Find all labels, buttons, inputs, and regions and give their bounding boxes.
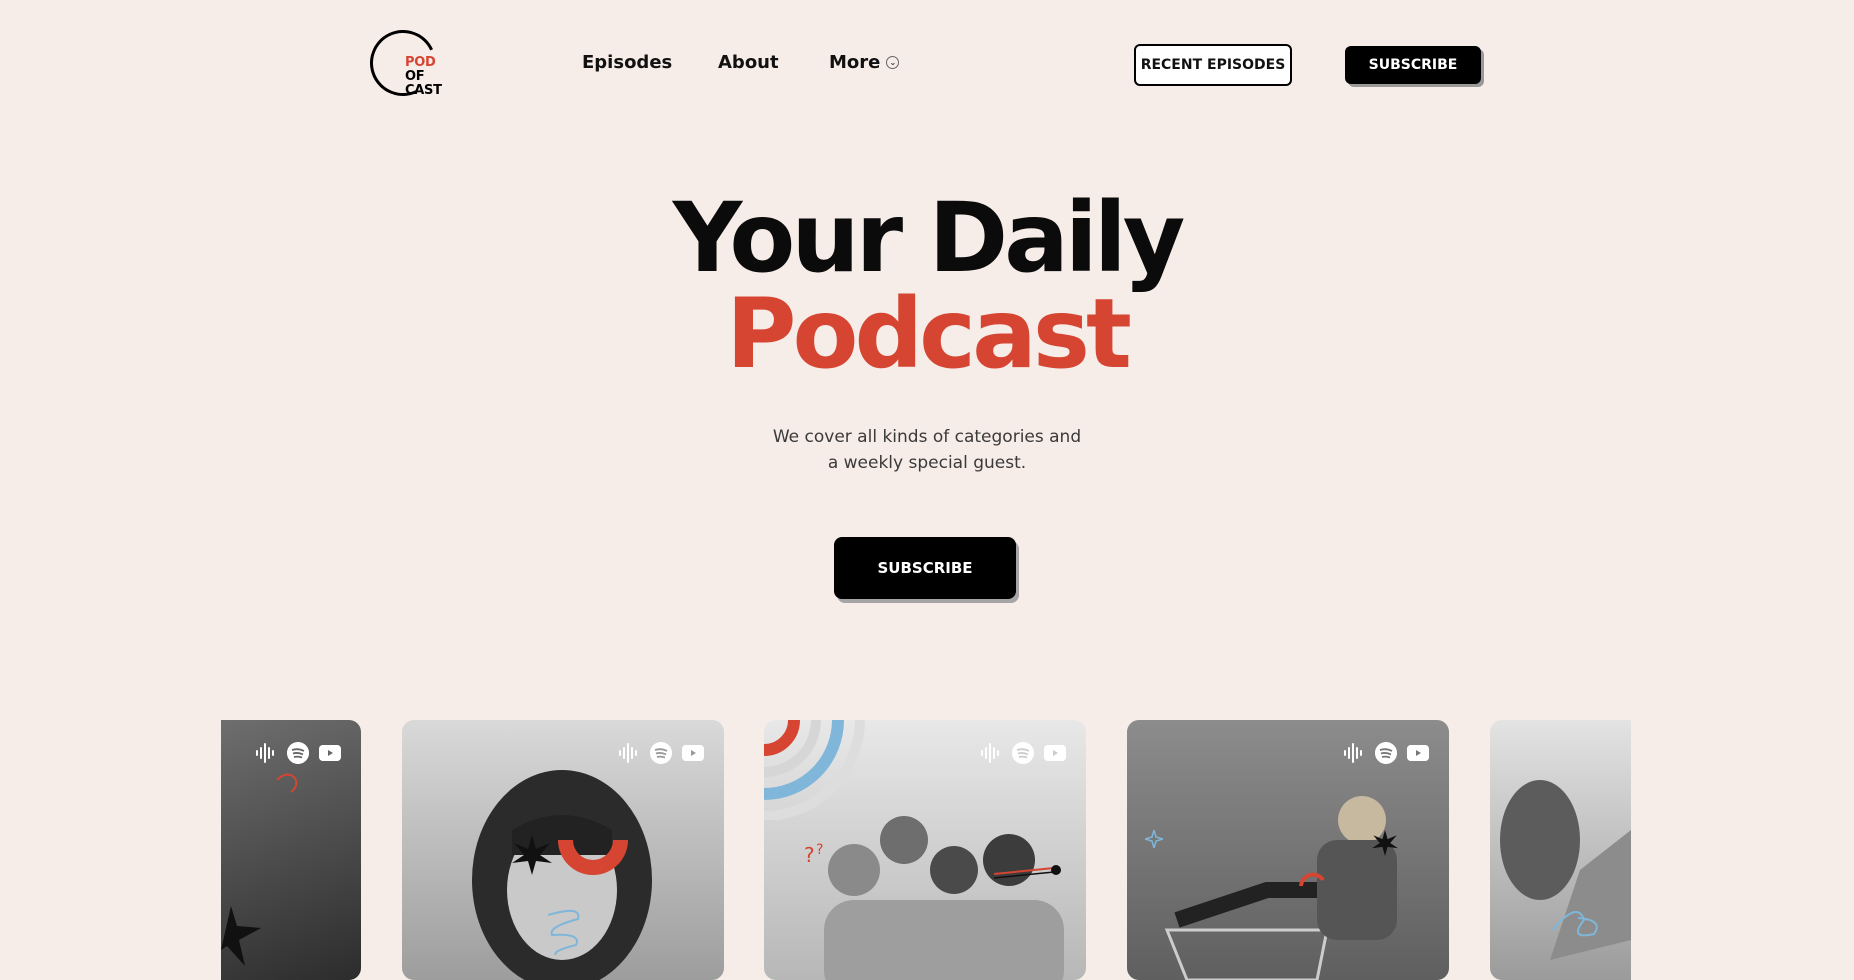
- youtube-icon[interactable]: [682, 745, 704, 761]
- red-streak-icon: [994, 865, 1061, 879]
- spotify-icon[interactable]: [1375, 742, 1397, 764]
- svg-text:?: ?: [816, 842, 823, 858]
- nav-more[interactable]: More ⌄: [829, 52, 900, 73]
- rainbow-arc-icon: [764, 720, 865, 820]
- group-photo: [824, 816, 1064, 980]
- youtube-icon[interactable]: [319, 745, 341, 761]
- star-doodle-icon: [221, 906, 261, 966]
- spotify-icon[interactable]: [1012, 742, 1034, 764]
- card-platform-icons: [1341, 742, 1429, 764]
- episode-card[interactable]: [1127, 720, 1449, 980]
- shopping-cart-photo: [1164, 796, 1397, 980]
- blue-scribble-icon: [1551, 911, 1598, 937]
- hero-title-line-2: Podcast: [726, 278, 1132, 390]
- episode-card[interactable]: [402, 720, 724, 980]
- hero-subscribe-button[interactable]: SUBSCRIBE: [834, 537, 1016, 599]
- logo-line-1: POD: [405, 55, 436, 70]
- podcasts-icon[interactable]: [253, 742, 277, 764]
- episode-card[interactable]: ??: [764, 720, 1086, 980]
- hero-subtitle: We cover all kinds of categories and a w…: [0, 424, 1854, 476]
- header-subscribe-button[interactable]: SUBSCRIBE: [1345, 46, 1481, 84]
- nav-episodes[interactable]: Episodes: [582, 52, 672, 73]
- question-marks-icon: ??: [804, 842, 823, 867]
- card-platform-icons: [253, 742, 341, 764]
- episode-card-partial-right[interactable]: [1490, 720, 1631, 980]
- logo[interactable]: POD OF CAST: [360, 20, 450, 106]
- blue-scribble-icon: [547, 909, 580, 955]
- hero-title-line-1: Your Daily: [672, 182, 1186, 294]
- youtube-icon[interactable]: [1044, 745, 1066, 761]
- nav-about[interactable]: About: [718, 52, 779, 73]
- black-star-icon: [1372, 830, 1398, 856]
- recent-episodes-button[interactable]: RECENT EPISODES: [1134, 44, 1292, 86]
- hero-subtitle-line-1: We cover all kinds of categories and: [772, 427, 1082, 447]
- chevron-down-icon: ⌄: [886, 56, 900, 69]
- black-star-icon: [512, 835, 552, 875]
- blue-sparkle-icon: [1145, 830, 1163, 848]
- hero-subtitle-line-2: a weekly special guest.: [827, 453, 1027, 473]
- podcasts-icon[interactable]: [1341, 742, 1365, 764]
- red-arc-doodle-icon: [1299, 872, 1325, 887]
- svg-text:?: ?: [804, 843, 815, 867]
- podcasts-icon[interactable]: [978, 742, 1002, 764]
- youtube-icon[interactable]: [1407, 745, 1429, 761]
- card-platform-icons: [978, 742, 1066, 764]
- red-half-circle-icon: [558, 840, 628, 875]
- logo-text: POD OF CAST: [405, 56, 442, 98]
- red-arrow-doodle-icon: [276, 773, 298, 793]
- episode-card-partial-left[interactable]: [221, 720, 361, 980]
- logo-line-2: OF: [405, 69, 425, 84]
- logo-line-3: CAST: [405, 83, 442, 98]
- nav-more-label: More: [829, 52, 881, 73]
- spotify-icon[interactable]: [287, 742, 309, 764]
